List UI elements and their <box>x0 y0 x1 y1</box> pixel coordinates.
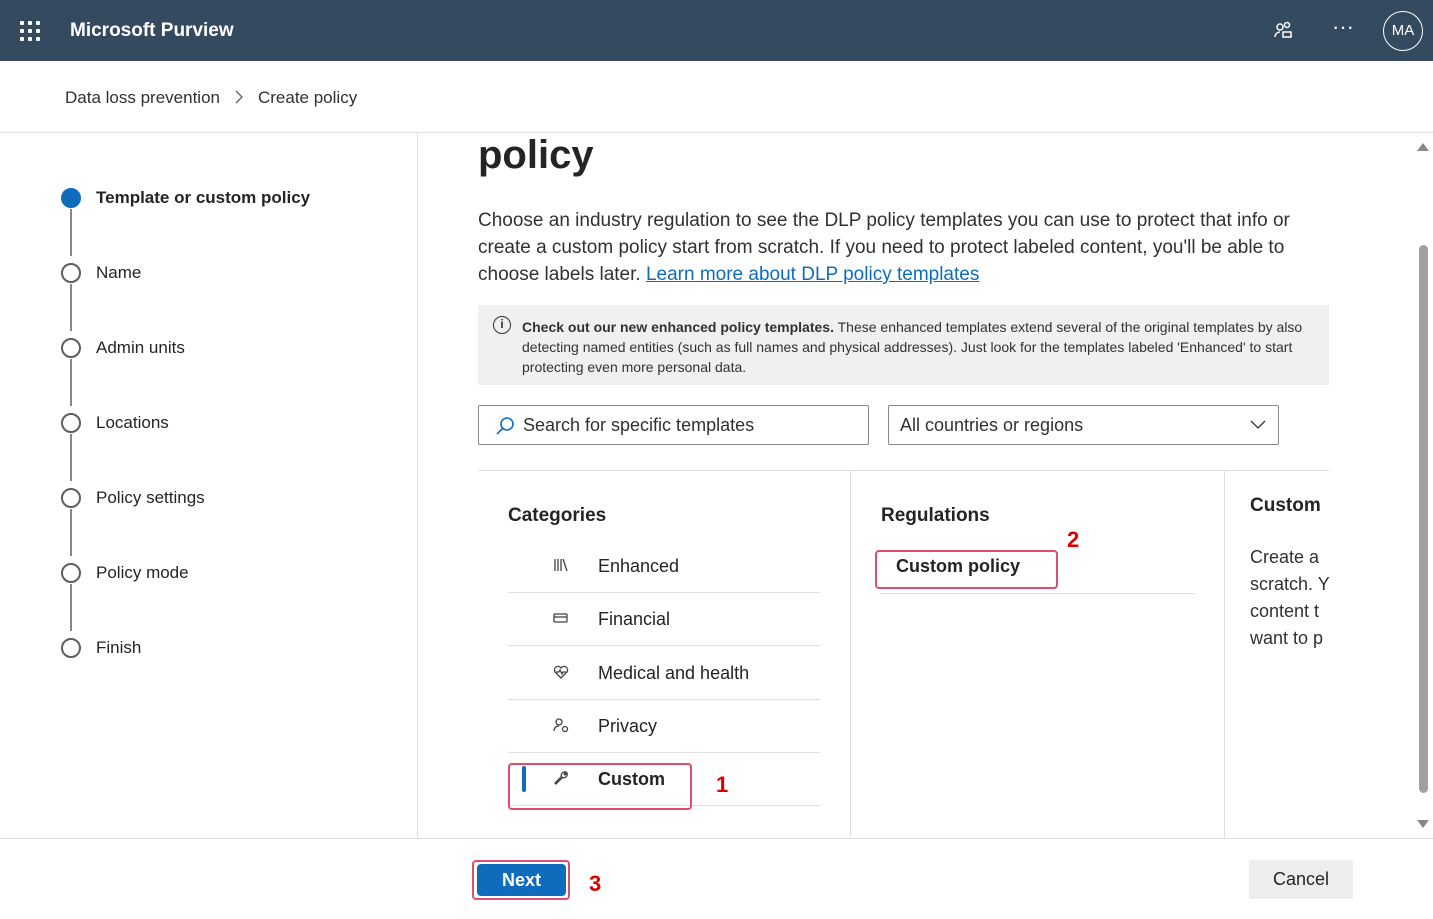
category-privacy[interactable]: Privacy <box>508 700 820 753</box>
step-template[interactable]: Template or custom policy <box>61 187 310 209</box>
step-connector <box>70 509 72 556</box>
breadcrumb-create-policy: Create policy <box>257 88 358 107</box>
annotation-1: 1 <box>716 772 729 797</box>
step-connector <box>70 359 72 406</box>
info-bold-text: Check out our new enhanced policy templa… <box>522 319 834 335</box>
step-policy-settings[interactable]: Policy settings <box>61 487 205 509</box>
app-launcher-icon[interactable] <box>20 21 40 41</box>
step-admin-units[interactable]: Admin units <box>61 337 185 359</box>
heart-icon <box>508 665 598 682</box>
detail-heading: Custom <box>1250 495 1321 516</box>
more-options-icon[interactable]: ··· <box>1332 14 1354 40</box>
people-feedback-icon[interactable] <box>1272 20 1294 48</box>
detail-line: content t <box>1250 601 1320 621</box>
page-description: Choose an industry regulation to see the… <box>478 207 1328 288</box>
info-icon: i <box>493 316 511 334</box>
learn-more-link[interactable]: Learn more about DLP policy templates <box>646 264 979 285</box>
annotation-3: 3 <box>589 871 602 896</box>
scroll-up-arrow-icon[interactable] <box>1417 143 1429 151</box>
app-title[interactable]: Microsoft Purview <box>70 20 234 42</box>
highlight-custom-category <box>508 763 692 810</box>
categories-heading: Categories <box>508 505 607 526</box>
search-icon <box>496 417 514 435</box>
region-dropdown[interactable]: All countries or regions <box>888 405 1279 445</box>
scrollbar-thumb[interactable] <box>1419 245 1428 793</box>
search-input[interactable]: Search for specific templates <box>478 405 869 445</box>
step-pending-icon <box>61 338 81 358</box>
step-finish[interactable]: Finish <box>61 637 141 659</box>
step-connector <box>70 284 72 331</box>
column-divider <box>850 471 851 838</box>
step-connector <box>70 209 72 256</box>
category-label: Medical and health <box>598 662 750 683</box>
step-label: Finish <box>96 638 142 657</box>
step-pending-icon <box>61 638 81 658</box>
step-label: Policy settings <box>96 488 205 507</box>
books-icon <box>508 558 598 575</box>
main-content: policy Choose an industry regulation to … <box>418 133 1418 838</box>
card-icon <box>508 611 598 628</box>
step-pending-icon <box>61 488 81 508</box>
person-icon <box>508 717 598 736</box>
breadcrumb: Data loss prevention Create policy <box>65 88 357 108</box>
category-label: Financial <box>598 608 671 629</box>
step-current-icon <box>61 188 81 208</box>
category-label: Enhanced <box>598 555 680 576</box>
category-medical[interactable]: Medical and health <box>508 647 820 700</box>
step-label: Template or custom policy <box>96 188 311 207</box>
step-label: Admin units <box>96 338 185 357</box>
chevron-right-icon <box>234 90 244 107</box>
step-locations[interactable]: Locations <box>61 412 169 434</box>
top-app-bar: Microsoft Purview ··· MA <box>0 0 1433 61</box>
scroll-down-arrow-icon[interactable] <box>1417 820 1429 828</box>
detail-line: Create a <box>1250 547 1320 567</box>
step-connector <box>70 584 72 631</box>
detail-line: scratch. Y <box>1250 574 1330 594</box>
step-label: Name <box>96 263 142 282</box>
step-label: Policy mode <box>96 563 189 582</box>
footer-bar <box>0 838 1433 919</box>
step-policy-mode[interactable]: Policy mode <box>61 562 189 584</box>
column-divider <box>1224 471 1225 838</box>
category-label: Privacy <box>598 715 658 736</box>
info-banner: i Check out our new enhanced policy temp… <box>478 305 1329 385</box>
annotation-2: 2 <box>1067 527 1080 552</box>
step-name[interactable]: Name <box>61 262 141 284</box>
breadcrumb-dlp[interactable]: Data loss prevention <box>65 88 220 108</box>
region-selected: All countries or regions <box>900 415 1084 435</box>
step-pending-icon <box>61 563 81 583</box>
search-placeholder: Search for specific templates <box>523 415 755 435</box>
step-connector <box>70 434 72 481</box>
step-pending-icon <box>61 413 81 433</box>
grid-divider <box>478 470 1329 471</box>
step-label: Locations <box>96 413 169 432</box>
step-pending-icon <box>61 263 81 283</box>
page-title: policy <box>478 133 594 177</box>
chevron-down-icon <box>1250 420 1266 429</box>
highlight-custom-policy <box>875 550 1058 589</box>
wizard-stepper: Template or custom policy Name Admin uni… <box>0 133 418 838</box>
detail-line: want to p <box>1250 628 1324 648</box>
avatar[interactable]: MA <box>1383 11 1423 51</box>
next-button[interactable]: Next <box>477 864 566 896</box>
category-enhanced[interactable]: Enhanced <box>508 540 820 593</box>
category-financial[interactable]: Financial <box>508 593 820 646</box>
cancel-button[interactable]: Cancel <box>1249 860 1353 899</box>
regulations-heading: Regulations <box>881 505 990 526</box>
